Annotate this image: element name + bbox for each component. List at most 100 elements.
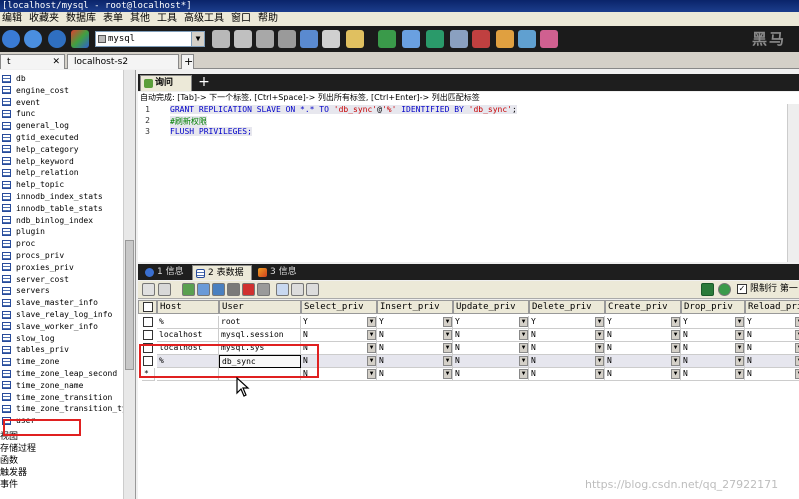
table-cell[interactable]: N▼ <box>377 342 453 355</box>
chevron-down-icon[interactable]: ▼ <box>519 317 528 327</box>
sidebar-table-item[interactable]: help_topic <box>0 179 64 191</box>
log-icon[interactable] <box>71 30 89 48</box>
sql-editor[interactable]: 自动完成: [Tab]-> 下一个标签, [Ctrl+Space]-> 列出所有… <box>138 92 799 262</box>
chevron-down-icon[interactable]: ▼ <box>367 317 376 327</box>
chevron-down-icon[interactable]: ▼ <box>519 356 528 366</box>
sidebar-table-item[interactable]: time_zone_leap_second <box>0 368 117 380</box>
tab-messages-3[interactable]: 3 信息 <box>255 265 303 280</box>
refresh-icon[interactable] <box>48 30 66 48</box>
table-cell[interactable]: N▼ <box>377 355 453 368</box>
chevron-down-icon[interactable]: ▼ <box>671 343 680 353</box>
table-cell[interactable]: N▼ <box>529 342 605 355</box>
menu-table[interactable]: 表单 <box>101 12 128 26</box>
row-checkbox[interactable] <box>143 330 153 340</box>
text-mode-icon[interactable] <box>306 283 319 296</box>
sidebar-table-item[interactable]: help_keyword <box>0 156 74 168</box>
sidebar-table-item[interactable]: servers <box>0 285 50 297</box>
sidebar-table-item[interactable]: time_zone_transition <box>0 392 112 404</box>
chevron-down-icon[interactable]: ▼ <box>795 343 799 353</box>
chevron-down-icon[interactable]: ▼ <box>443 343 452 353</box>
tab-messages-1[interactable]: 1 信息 <box>142 265 188 280</box>
sync-icon[interactable] <box>426 30 444 48</box>
new-query-icon[interactable] <box>24 30 42 48</box>
import-icon[interactable] <box>378 30 396 48</box>
database-select[interactable]: mysql ▼ <box>95 31 205 47</box>
select-all-header[interactable] <box>138 300 157 314</box>
sidebar-table-item[interactable]: server_cost <box>0 274 69 286</box>
chevron-down-icon[interactable]: ▼ <box>795 330 799 340</box>
chevron-down-icon[interactable]: ▼ <box>595 369 604 379</box>
sidebar-table-item[interactable]: time_zone_transition_typ <box>0 403 132 415</box>
table-cell[interactable]: mysql.session <box>219 329 301 342</box>
table-cell[interactable]: N▼ <box>529 355 605 368</box>
chevron-down-icon[interactable]: ▼ <box>443 369 452 379</box>
sidebar-category[interactable]: 存储过程 <box>0 443 36 455</box>
chevron-down-icon[interactable]: ▼ <box>595 317 604 327</box>
table-cell[interactable]: N▼ <box>745 355 799 368</box>
sidebar-table-item[interactable]: ndb_binlog_index <box>0 215 93 227</box>
export-icon[interactable] <box>278 30 296 48</box>
restore-icon[interactable] <box>472 30 490 48</box>
connection-tab-2[interactable]: localhost-s2 <box>67 54 179 69</box>
table-cell[interactable]: root <box>219 316 301 329</box>
undo-icon[interactable] <box>227 283 240 296</box>
execute-icon[interactable] <box>212 30 230 48</box>
add-row-icon[interactable] <box>182 283 195 296</box>
table-cell[interactable]: N▼ <box>301 329 377 342</box>
close-icon[interactable]: ✕ <box>52 55 60 69</box>
table-cell[interactable]: Y▼ <box>681 316 745 329</box>
sidebar-table-item[interactable]: proxies_priv <box>0 262 74 274</box>
column-header[interactable]: Update_priv <box>453 300 529 314</box>
sidebar-table-item[interactable]: engine_cost <box>0 85 69 97</box>
chevron-down-icon[interactable]: ▼ <box>735 343 744 353</box>
table-cell[interactable]: N▼ <box>453 329 529 342</box>
chevron-down-icon[interactable]: ▼ <box>735 369 744 379</box>
column-header[interactable]: User <box>219 300 301 314</box>
chevron-down-icon[interactable]: ▼ <box>595 343 604 353</box>
column-header[interactable]: Drop_priv <box>681 300 745 314</box>
row-checkbox[interactable] <box>143 317 153 327</box>
chevron-down-icon[interactable]: ▼ <box>595 356 604 366</box>
table-cell[interactable]: N▼ <box>681 342 745 355</box>
menu-window[interactable]: 窗口 <box>229 12 256 26</box>
sidebar-category[interactable]: 函数 <box>0 455 18 467</box>
table-icon[interactable] <box>300 30 318 48</box>
grid-view-icon[interactable] <box>142 283 155 296</box>
chevron-down-icon[interactable]: ▼ <box>191 32 204 46</box>
menu-advanced-tools[interactable]: 高级工具 <box>182 12 229 26</box>
column-header[interactable]: Select_priv <box>301 300 377 314</box>
table-cell[interactable]: N▼ <box>453 368 529 381</box>
table-cell[interactable]: Y▼ <box>745 316 799 329</box>
refresh-icon[interactable] <box>718 283 731 296</box>
grid-mode-icon[interactable] <box>276 283 289 296</box>
table-cell[interactable]: N▼ <box>605 342 681 355</box>
table-cell[interactable]: Y▼ <box>453 316 529 329</box>
add-connection-tab-button[interactable]: + <box>181 54 194 69</box>
form-mode-icon[interactable] <box>291 283 304 296</box>
table-cell[interactable]: N▼ <box>605 368 681 381</box>
table-cell[interactable]: N▼ <box>605 355 681 368</box>
table-cell[interactable]: N▼ <box>377 368 453 381</box>
sidebar-table-item[interactable]: gtid_executed <box>0 132 79 144</box>
table-cell[interactable]: N▼ <box>453 355 529 368</box>
chevron-down-icon[interactable]: ▼ <box>795 356 799 366</box>
editor-scrollbar[interactable] <box>787 104 799 262</box>
chevron-down-icon[interactable]: ▼ <box>671 369 680 379</box>
execute-all-icon[interactable] <box>234 30 252 48</box>
table-cell[interactable]: N▼ <box>529 368 605 381</box>
chevron-down-icon[interactable]: ▼ <box>519 330 528 340</box>
menu-help[interactable]: 帮助 <box>256 12 283 26</box>
table-cell[interactable]: N▼ <box>605 329 681 342</box>
column-header[interactable]: Host <box>157 300 219 314</box>
sidebar-table-item[interactable]: slave_relay_log_info <box>0 309 112 321</box>
menu-database[interactable]: 数据库 <box>64 12 101 26</box>
chevron-down-icon[interactable]: ▼ <box>367 343 376 353</box>
sidebar-table-item[interactable]: general_log <box>0 120 69 132</box>
chevron-down-icon[interactable]: ▼ <box>795 317 799 327</box>
connection-tab-1[interactable]: t ✕ <box>0 54 65 69</box>
refresh-grid-icon[interactable] <box>257 283 270 296</box>
scrollbar-thumb[interactable] <box>125 240 134 370</box>
chevron-down-icon[interactable]: ▼ <box>735 330 744 340</box>
add-query-tab-button[interactable]: + <box>196 75 212 91</box>
sidebar-table-item[interactable]: db <box>0 73 26 85</box>
